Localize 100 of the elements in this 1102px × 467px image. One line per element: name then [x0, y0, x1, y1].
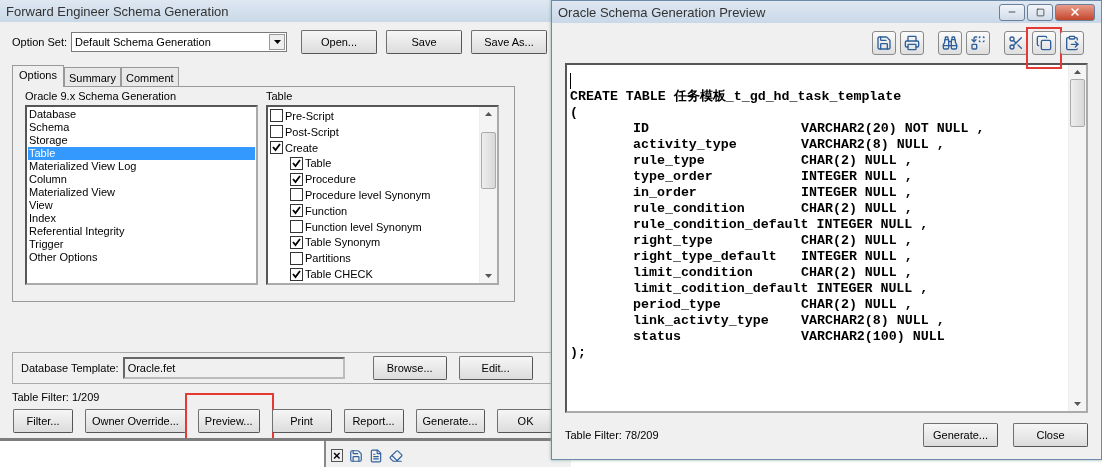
dialog-button[interactable]: Save As...: [471, 30, 547, 54]
toolbar-button[interactable]: [900, 31, 924, 55]
column-definition: VARCHAR2(8) NULL ,: [801, 313, 945, 329]
column-name: type_order: [633, 169, 714, 185]
toolbar-button[interactable]: [966, 31, 990, 55]
check-icon: [292, 269, 301, 279]
option-set-dropdown[interactable]: Default Schema Generation: [71, 32, 287, 52]
list-item[interactable]: Index: [28, 212, 255, 225]
checkbox[interactable]: [290, 267, 303, 281]
column-definition: INTEGER NULL ,: [816, 217, 929, 233]
column-definition: CHAR(2) NULL ,: [801, 153, 913, 169]
toolbar-button[interactable]: [1032, 31, 1056, 55]
scroll-down-icon[interactable]: [1074, 402, 1081, 406]
window-title: Oracle Schema Generation Preview: [558, 4, 766, 20]
checkbox[interactable]: [290, 251, 303, 265]
window-title: Forward Engineer Schema Generation: [6, 3, 229, 19]
scrollbar[interactable]: [479, 107, 497, 283]
list-item[interactable]: Other Options: [28, 251, 255, 264]
column-name: link_activty_type: [633, 313, 770, 329]
save-icon: [876, 35, 892, 51]
list-item[interactable]: View: [28, 199, 255, 212]
list-item[interactable]: Column: [28, 173, 255, 186]
scroll-up-icon[interactable]: [1074, 70, 1081, 74]
tab[interactable]: Comment: [121, 67, 179, 87]
toolbar-button[interactable]: [938, 31, 962, 55]
checkbox[interactable]: [270, 125, 283, 139]
tab[interactable]: Summary: [63, 67, 121, 87]
code-editor[interactable]: [565, 63, 1088, 413]
option-set-label: Option Set:: [12, 36, 68, 48]
scroll-up-icon[interactable]: [485, 112, 492, 116]
replace-icon: [970, 35, 986, 51]
column-name: right_type: [633, 233, 714, 249]
list-item[interactable]: Schema: [28, 121, 255, 134]
column-definition: CHAR(2) NULL ,: [801, 233, 913, 249]
dialog-button[interactable]: Print: [271, 409, 332, 433]
column-name: ID: [633, 121, 650, 137]
column-definition: INTEGER NULL ,: [801, 169, 913, 185]
close-button[interactable]: [1055, 3, 1095, 21]
column-name: right_type_default: [633, 249, 778, 265]
checkbox[interactable]: [290, 188, 303, 202]
checkbox[interactable]: [290, 235, 303, 249]
checkbox[interactable]: [290, 220, 303, 234]
toolbar-button[interactable]: [1004, 31, 1028, 55]
toolbar-button[interactable]: [872, 31, 896, 55]
scrollbar[interactable]: [1068, 65, 1086, 411]
column-definition: VARCHAR2(100) NULL: [801, 329, 945, 345]
list-item[interactable]: Materialized View Log: [28, 160, 255, 173]
checkbox[interactable]: [290, 156, 303, 170]
checkbox[interactable]: [290, 204, 303, 218]
check-icon: [292, 237, 301, 247]
save-icon: [348, 448, 363, 463]
list-item[interactable]: Materialized View: [28, 186, 255, 199]
option-label: Procedure: [305, 173, 356, 186]
option-label: Pre-Script: [285, 109, 334, 122]
option-label: Function level Synonym: [305, 220, 422, 233]
list-item[interactable]: Trigger: [28, 238, 255, 251]
template-field[interactable]: Oracle.fet: [122, 357, 345, 379]
maximize-button[interactable]: [1027, 3, 1053, 21]
list-item[interactable]: Referential Integrity: [28, 225, 255, 238]
code-line: (: [570, 105, 578, 121]
checkbox[interactable]: [290, 172, 303, 186]
scroll-thumb[interactable]: [1070, 78, 1085, 128]
document-icon: [368, 448, 383, 463]
copy-icon: [1036, 35, 1052, 51]
option-label: Post-Script: [285, 125, 339, 138]
dialog-button[interactable]: Report...: [343, 409, 404, 433]
column-name: in_order: [633, 185, 698, 201]
dialog-button[interactable]: Edit...: [458, 356, 533, 380]
column-definition: CHAR(2) NULL ,: [801, 265, 913, 281]
column-name: rule_type: [633, 153, 706, 169]
table-filter-text: Table Filter: 78/209: [565, 429, 660, 441]
caret-icon: [273, 40, 281, 44]
list-item[interactable]: Storage: [28, 134, 255, 147]
dialog-button[interactable]: Close: [1013, 423, 1088, 447]
dialog-button[interactable]: Open...: [301, 30, 377, 54]
option-label: Table Synonym: [305, 236, 381, 249]
dialog-button[interactable]: Browse...: [372, 356, 447, 380]
minimize-button[interactable]: [999, 3, 1025, 21]
tab[interactable]: Options: [12, 65, 64, 87]
dialog-button[interactable]: Save: [386, 30, 462, 54]
column-name: rule_condition_default: [633, 217, 809, 233]
option-label: Function: [305, 204, 348, 217]
dialog-button[interactable]: Generate...: [415, 409, 485, 433]
dialog-button[interactable]: Generate...: [923, 423, 998, 447]
option-label: Partitions: [305, 252, 351, 265]
dialog-button[interactable]: Preview...: [197, 409, 260, 433]
column-definition: INTEGER NULL ,: [816, 281, 929, 297]
dialog-button[interactable]: Filter...: [13, 409, 73, 433]
scroll-thumb[interactable]: [481, 131, 496, 189]
toolbar-button[interactable]: [1060, 31, 1084, 55]
column-definition: CHAR(2) NULL ,: [801, 201, 913, 217]
checkbox[interactable]: [270, 141, 283, 155]
column-definition: VARCHAR2(8) NULL ,: [801, 137, 945, 153]
code-line: );: [570, 345, 586, 361]
checkbox[interactable]: [270, 109, 283, 123]
dialog-button[interactable]: Owner Override...: [85, 409, 186, 433]
options-heading: Table: [266, 90, 294, 102]
list-item[interactable]: Database: [28, 108, 255, 121]
close-button[interactable]: ×: [331, 449, 343, 462]
scroll-down-icon[interactable]: [485, 274, 492, 278]
